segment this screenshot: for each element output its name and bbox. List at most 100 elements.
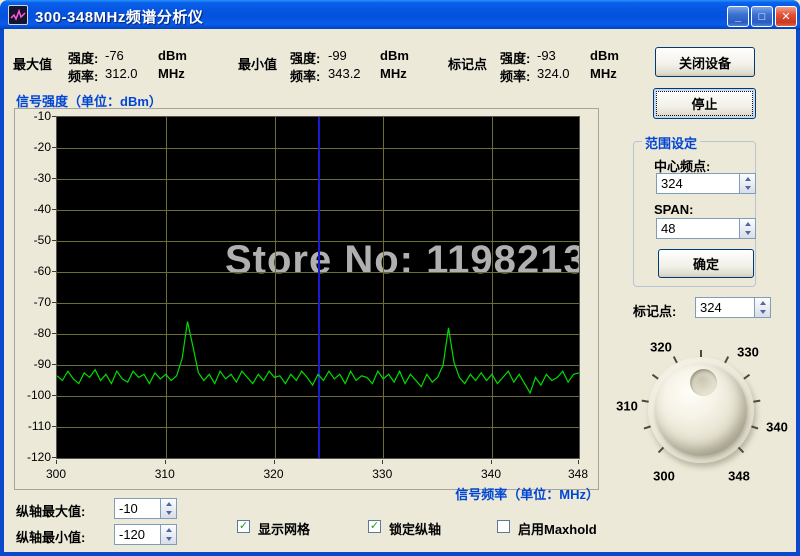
x-tick-mark xyxy=(578,460,579,464)
min-value-readout: 最小值 强度: -99 dBm 频率: 343.2 MHz xyxy=(238,48,448,86)
y-min-value[interactable] xyxy=(119,527,158,542)
max-freq-value: 312.0 xyxy=(105,66,138,81)
min-strength-value: -99 xyxy=(328,48,347,63)
y-tick-label: -110 xyxy=(27,419,51,433)
lock-yaxis-checkbox[interactable]: ✓ xyxy=(368,520,381,533)
span-label: SPAN: xyxy=(654,202,694,217)
y-tick-label: -30 xyxy=(33,171,51,185)
show-grid-checkbox[interactable]: ✓ xyxy=(237,520,250,533)
close-device-button[interactable]: 关闭设备 xyxy=(655,47,755,77)
strength-key: 强度: xyxy=(290,51,321,66)
x-tick-label: 300 xyxy=(45,467,67,481)
x-tick-mark xyxy=(382,460,384,464)
mhz-unit: MHz xyxy=(590,66,617,81)
marker-spinner[interactable] xyxy=(754,298,770,317)
marker-label: 标记点 xyxy=(448,57,488,72)
y-tick-label: -50 xyxy=(33,233,51,247)
spin-down-icon[interactable] xyxy=(740,229,755,239)
dial-tick-mark xyxy=(700,350,702,357)
y-max-input[interactable] xyxy=(114,498,177,519)
minimize-button[interactable]: _ xyxy=(727,6,749,27)
mhz-unit: MHz xyxy=(158,66,185,81)
strength-key: 强度: xyxy=(500,51,531,66)
center-freq-input[interactable] xyxy=(656,173,756,194)
span-value[interactable] xyxy=(661,221,737,236)
plot-area: Store No: 1198213 xyxy=(56,116,580,459)
stop-button[interactable]: 停止 xyxy=(653,88,756,119)
x-tick-mark xyxy=(491,460,492,464)
freq-key: 频率: xyxy=(500,69,531,84)
spin-up-icon[interactable] xyxy=(161,525,176,535)
marker-spin-label: 标记点: xyxy=(633,304,677,319)
x-tick-mark xyxy=(164,460,166,464)
x-axis-title: 信号频率（单位：MHz） xyxy=(455,487,599,502)
x-tick-label: 340 xyxy=(480,467,502,481)
y-tick-label: -20 xyxy=(33,140,51,154)
y-tick-label: -40 xyxy=(33,202,51,216)
y-min-label: 纵轴最小值: xyxy=(16,530,86,545)
mhz-unit: MHz xyxy=(380,66,407,81)
dial-label-340: 340 xyxy=(766,419,788,435)
y-min-spinner[interactable] xyxy=(160,525,176,544)
y-tick-label: -70 xyxy=(33,295,51,309)
span-spinner[interactable] xyxy=(739,219,755,238)
x-tick-mark xyxy=(56,460,57,464)
dbm-unit: dBm xyxy=(380,48,409,63)
maximize-button[interactable]: □ xyxy=(751,6,773,27)
center-freq-value[interactable] xyxy=(661,176,737,191)
app-window: 300-348MHz频谱分析仪 _ □ ✕ 最大值 强度: -76 dBm 频率… xyxy=(0,0,800,556)
marker-value[interactable] xyxy=(700,300,752,315)
dial-label-310: 310 xyxy=(616,398,638,414)
spin-up-icon[interactable] xyxy=(740,174,755,184)
marker-readout: 标记点 强度: -93 dBm 频率: 324.0 MHz xyxy=(448,48,658,86)
freq-key: 频率: xyxy=(68,69,99,84)
x-tick-label: 330 xyxy=(372,467,393,481)
y-tick-label: -100 xyxy=(26,388,51,402)
span-input[interactable] xyxy=(656,218,756,239)
lock-yaxis-label: 锁定纵轴 xyxy=(389,522,442,537)
max-value-label: 最大值 xyxy=(13,57,53,72)
max-value-readout: 最大值 强度: -76 dBm 频率: 312.0 MHz xyxy=(13,48,223,86)
x-tick-mark xyxy=(273,460,275,464)
strength-key: 强度: xyxy=(68,51,99,66)
dbm-unit: dBm xyxy=(590,48,619,63)
spin-up-icon[interactable] xyxy=(755,298,770,308)
min-freq-value: 343.2 xyxy=(328,66,361,81)
confirm-button[interactable]: 确定 xyxy=(658,249,754,278)
signal-trace xyxy=(57,321,579,395)
spin-down-icon[interactable] xyxy=(161,509,176,519)
max-strength-value: -76 xyxy=(105,48,124,63)
x-tick-label: 348 xyxy=(567,467,589,481)
spin-down-icon[interactable] xyxy=(740,184,755,194)
dial-label-330: 330 xyxy=(737,344,759,360)
spin-up-icon[interactable] xyxy=(161,499,176,509)
spin-down-icon[interactable] xyxy=(755,308,770,318)
min-value-label: 最小值 xyxy=(238,57,278,72)
y-max-value[interactable] xyxy=(119,501,158,516)
marker-strength-value: -93 xyxy=(537,48,556,63)
y-min-input[interactable] xyxy=(114,524,177,545)
dial-label-320: 320 xyxy=(650,339,672,355)
show-grid-label: 显示网格 xyxy=(258,522,311,537)
y-max-label: 纵轴最大值: xyxy=(16,504,86,519)
dial-label-348: 348 xyxy=(728,468,750,484)
spin-up-icon[interactable] xyxy=(740,219,755,229)
y-tick-label: -80 xyxy=(33,326,51,340)
center-freq-spinner[interactable] xyxy=(739,174,755,193)
spin-down-icon[interactable] xyxy=(161,535,176,545)
y-tick-label: -10 xyxy=(33,109,51,123)
window-title: 300-348MHz频谱分析仪 xyxy=(35,9,204,26)
freq-key: 频率: xyxy=(290,69,321,84)
title-bar: 300-348MHz频谱分析仪 _ □ ✕ xyxy=(0,0,800,30)
dbm-unit: dBm xyxy=(158,48,187,63)
x-tick-label: 310 xyxy=(154,467,175,481)
y-max-spinner[interactable] xyxy=(160,499,176,518)
y-tick-label: -120 xyxy=(26,450,51,464)
marker-freq-value: 324.0 xyxy=(537,66,570,81)
close-icon[interactable]: ✕ xyxy=(775,6,797,27)
dial-label-300: 300 xyxy=(653,468,675,484)
knob-dimple xyxy=(690,369,717,396)
maxhold-checkbox[interactable] xyxy=(497,520,510,533)
chart-panel: -10 -20 -30 -40 -50 -60 -70 -80 -90 -100 -110 -120 … xyxy=(14,108,599,490)
marker-input[interactable] xyxy=(695,297,771,318)
